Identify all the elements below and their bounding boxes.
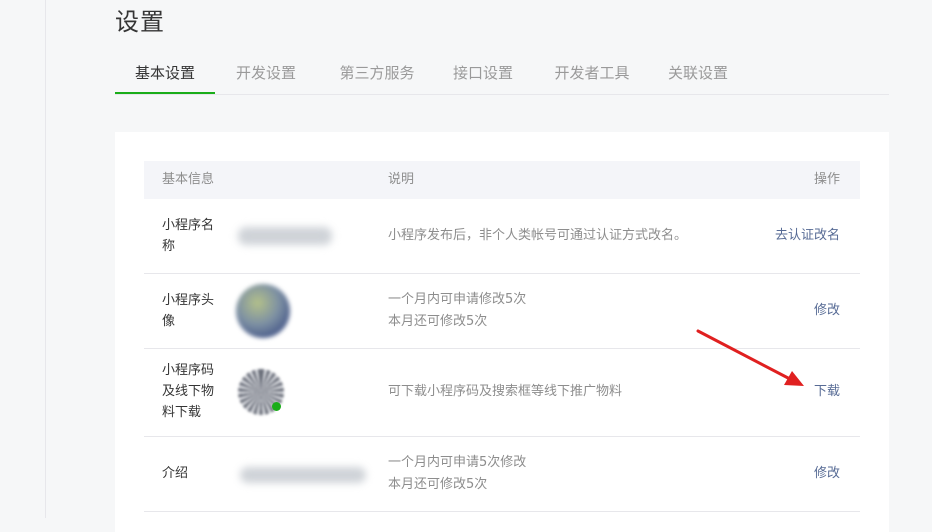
settings-tabs: 基本设置 开发设置 第三方服务 接口设置 开发者工具 关联设置 [115, 54, 889, 95]
row-desc-qrcode: 可下载小程序码及搜索框等线下推广物料 [388, 384, 623, 399]
table-header: 基本信息 说明 操作 [144, 161, 860, 199]
blurred-intro-text [240, 467, 366, 483]
tab-linked-settings[interactable]: 关联设置 [655, 54, 741, 92]
tab-basic-settings[interactable]: 基本设置 [115, 54, 215, 94]
page-title: 设置 [115, 8, 165, 36]
download-link[interactable]: 下载 [814, 381, 840, 403]
edit-avatar-link[interactable]: 修改 [814, 300, 840, 322]
row-desc-avatar-2: 本月还可修改5次 [388, 314, 488, 329]
basic-info-card: 基本信息 说明 操作 小程序名称 小程序发布后，非个人类帐号可通过认证方式改名。… [115, 132, 889, 532]
row-label-name: 小程序名称 [162, 218, 215, 254]
tab-api-settings[interactable]: 接口设置 [440, 54, 526, 92]
row-desc-intro-1: 一个月内可申请5次修改 [388, 455, 527, 470]
row-desc-avatar-1: 一个月内可申请修改5次 [388, 292, 527, 307]
row-label-intro: 介绍 [162, 466, 189, 481]
left-sidebar-rail [0, 0, 46, 518]
tab-dev-tools[interactable]: 开发者工具 [542, 54, 642, 92]
blurred-app-name [238, 227, 332, 245]
table-row: 小程序名称 小程序发布后，非个人类帐号可通过认证方式改名。 去认证改名 [144, 199, 860, 274]
header-info: 基本信息 [162, 172, 215, 187]
verify-rename-link[interactable]: 去认证改名 [775, 225, 840, 247]
row-label-avatar: 小程序头像 [162, 293, 215, 329]
settings-page: 设置 基本设置 开发设置 第三方服务 接口设置 开发者工具 关联设置 基本信息 … [46, 0, 932, 532]
tab-dev-settings[interactable]: 开发设置 [223, 54, 309, 92]
edit-intro-link[interactable]: 修改 [814, 463, 840, 485]
row-desc-name: 小程序发布后，非个人类帐号可通过认证方式改名。 [388, 228, 688, 243]
table-row: 介绍 一个月内可申请5次修改 本月还可修改5次 修改 [144, 437, 860, 512]
header-action: 操作 [813, 172, 840, 187]
table-row: 小程序码及线下物料下载 可下载小程序码及搜索框等线下推广物料 下载 [144, 349, 860, 437]
table-row: 小程序头像 一个月内可申请修改5次 本月还可修改5次 修改 [144, 274, 860, 349]
row-desc-intro-2: 本月还可修改5次 [388, 477, 488, 492]
avatar [236, 284, 290, 338]
row-label-qrcode: 小程序码及线下物料下载 [162, 363, 215, 420]
header-desc: 说明 [388, 172, 415, 187]
tab-third-party[interactable]: 第三方服务 [327, 54, 427, 92]
verified-dot-icon [272, 402, 281, 411]
